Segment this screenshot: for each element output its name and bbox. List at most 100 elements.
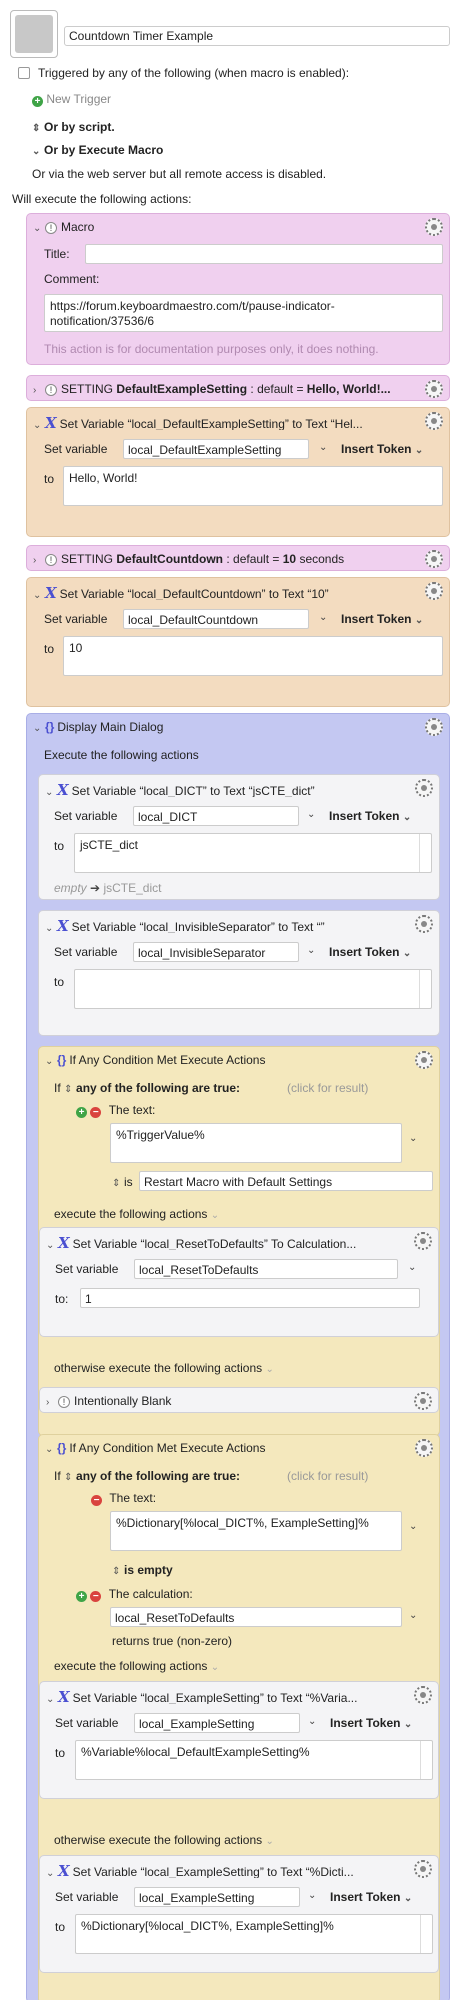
scrollbar[interactable] xyxy=(419,834,431,872)
trigger-enabled-checkbox[interactable] xyxy=(18,67,30,79)
gear-icon[interactable] xyxy=(425,412,443,430)
remove-condition-icon[interactable]: − xyxy=(90,1591,102,1602)
gear-icon[interactable] xyxy=(414,1686,432,1704)
set-var-default-example-action[interactable]: ⌄ X Set Variable “local_DefaultExampleSett… xyxy=(26,407,450,537)
insert-token-menu[interactable]: Insert Token ⌄ xyxy=(341,612,427,626)
scrollbar[interactable] xyxy=(419,970,431,1008)
condition-menu-chevron-icon[interactable]: ⌄ xyxy=(409,1133,417,1144)
new-trigger-button[interactable]: + New Trigger xyxy=(32,92,111,107)
text-field[interactable]: 10 xyxy=(63,636,443,676)
title-field[interactable] xyxy=(85,244,443,264)
macro-name-field[interactable]: Countdown Timer Example xyxy=(64,26,450,46)
set-var-dict-action[interactable]: ⌄ X Set Variable “local_DICT” to Text “jsC… xyxy=(38,774,440,900)
variable-name-field[interactable]: local_ExampleSetting xyxy=(134,1713,300,1733)
gear-icon[interactable] xyxy=(425,582,443,600)
blank-header[interactable]: ›! Intentionally Blank xyxy=(46,1394,408,1410)
is-value-field[interactable]: Restart Macro with Default Settings xyxy=(139,1171,433,1191)
gsv2-header[interactable]: ⌄ X Set Variable “local_InvisibleSeparator… xyxy=(45,917,409,933)
click-for-result[interactable]: (click for result) xyxy=(287,1469,368,1483)
insert-token-menu[interactable]: Insert Token ⌄ xyxy=(329,945,415,959)
gear-icon[interactable] xyxy=(415,915,433,933)
remove-condition-icon[interactable]: − xyxy=(91,1495,102,1506)
setvar1-header[interactable]: ⌄ X Set Variable “local_DefaultExampleSett… xyxy=(33,414,419,430)
setting-default-countdown-action[interactable]: ›! SETTING DefaultCountdown : default = 1… xyxy=(26,545,450,571)
set-var-example-from-default-action[interactable]: ⌄ X Set Variable “local_ExampleSetting” to… xyxy=(39,1681,439,1799)
variable-name-field[interactable]: local_ExampleSetting xyxy=(134,1887,300,1907)
if1-header[interactable]: ⌄{} If Any Condition Met Execute Actions xyxy=(45,1053,409,1069)
any-of-label[interactable]: any of the following are true: xyxy=(76,1469,240,1483)
text-field[interactable]: %Variable%local_DefaultExampleSetting% xyxy=(75,1740,433,1780)
insert-token-menu[interactable]: Insert Token ⌄ xyxy=(330,1890,416,1904)
gear-icon[interactable] xyxy=(415,779,433,797)
gear-icon[interactable] xyxy=(414,1232,432,1250)
by-execute-disclosure[interactable]: ⌄ Or by Execute Macro xyxy=(32,143,163,157)
set-var-example-from-dict-action[interactable]: ⌄ X Set Variable “local_ExampleSetting” to… xyxy=(39,1855,439,1973)
gsv1-header[interactable]: ⌄ X Set Variable “local_DICT” to Text “jsC… xyxy=(45,781,409,797)
set-var-invisible-separator-action[interactable]: ⌄ X Set Variable “local_InvisibleSeparator… xyxy=(38,910,440,1036)
gear-icon[interactable] xyxy=(425,550,443,568)
gear-icon[interactable] xyxy=(425,380,443,398)
variable-name-field[interactable]: local_DefaultExampleSetting xyxy=(123,439,309,459)
click-for-result[interactable]: (click for result) xyxy=(287,1081,368,1095)
if-reset-or-empty-action[interactable]: ⌄{} If Any Condition Met Execute Actions … xyxy=(38,1434,440,2000)
gear-icon[interactable] xyxy=(415,1051,433,1069)
text-field[interactable] xyxy=(74,969,432,1009)
calculation-field[interactable]: local_ResetToDefaults xyxy=(110,1607,402,1627)
setting-default-example-action[interactable]: ›! SETTING DefaultExampleSetting : defaul… xyxy=(26,375,450,401)
remove-condition-icon[interactable]: − xyxy=(90,1107,102,1118)
comment-action-header[interactable]: ⌄! Macro xyxy=(33,220,419,236)
variable-menu-chevron-icon[interactable]: ⌄ xyxy=(408,1262,416,1273)
variable-name-field[interactable]: local_ResetToDefaults xyxy=(134,1259,398,1279)
text-field[interactable]: jsCTE_dict xyxy=(74,833,432,873)
if-trigger-value-action[interactable]: ⌄{} If Any Condition Met Execute Actions … xyxy=(38,1046,440,1436)
gear-icon[interactable] xyxy=(414,1860,432,1878)
updown-chevron-icon[interactable]: ⇕ xyxy=(112,1178,124,1189)
variable-menu-chevron-icon[interactable]: ⌄ xyxy=(319,442,327,453)
gear-icon[interactable] xyxy=(425,718,443,736)
variable-menu-chevron-icon[interactable]: ⌄ xyxy=(308,1716,316,1727)
any-of-label[interactable]: any of the following are true: xyxy=(76,1081,240,1095)
text-field[interactable]: Hello, World! xyxy=(63,466,443,506)
set-var-reset-calc-action[interactable]: ⌄ X Set Variable “local_ResetToDefaults” T… xyxy=(39,1227,439,1337)
calculation-field[interactable]: 1 xyxy=(80,1288,420,1308)
insert-token-menu[interactable]: Insert Token ⌄ xyxy=(329,809,415,823)
comment-field[interactable]: https://forum.keyboardmaestro.com/t/paus… xyxy=(44,294,443,332)
if2-header[interactable]: ⌄{} If Any Condition Met Execute Actions xyxy=(45,1441,409,1457)
updown-chevron-icon[interactable]: ⇕ xyxy=(64,1084,76,1095)
is-empty-row[interactable]: ⇕ is empty xyxy=(112,1563,173,1577)
set-var-default-countdown-action[interactable]: ⌄ X Set Variable “local_DefaultCountdown” … xyxy=(26,577,450,707)
gear-icon[interactable] xyxy=(425,218,443,236)
variable-name-field[interactable]: local_InvisibleSeparator xyxy=(133,942,299,962)
variable-menu-chevron-icon[interactable]: ⌄ xyxy=(319,612,327,623)
condition-menu-chevron-icon[interactable]: ⌄ xyxy=(409,1610,417,1621)
by-script-disclosure[interactable]: ⇕ Or by script. xyxy=(32,120,115,134)
condition-menu-chevron-icon[interactable]: ⌄ xyxy=(409,1521,417,1532)
scrollbar[interactable] xyxy=(420,1915,432,1953)
updown-chevron-icon[interactable]: ⇕ xyxy=(64,1472,76,1483)
variable-name-field[interactable]: local_DefaultCountdown xyxy=(123,609,309,629)
variable-name-field[interactable]: local_DICT xyxy=(133,806,299,826)
setvar2-header[interactable]: ⌄ X Set Variable “local_DefaultCountdown” … xyxy=(33,584,419,600)
gear-icon[interactable] xyxy=(415,1439,433,1457)
if2sv2-header[interactable]: ⌄ X Set Variable “local_ExampleSetting” to… xyxy=(46,1862,408,1878)
macro-icon-well[interactable] xyxy=(10,10,58,58)
insert-token-menu[interactable]: Insert Token ⌄ xyxy=(330,1716,416,1730)
add-condition-icon[interactable]: + xyxy=(76,1107,87,1118)
setting2-header[interactable]: ›! SETTING DefaultCountdown : default = 1… xyxy=(33,552,419,568)
scrollbar[interactable] xyxy=(420,1741,432,1779)
if2sv1-header[interactable]: ⌄ X Set Variable “local_ExampleSetting” to… xyxy=(46,1688,408,1704)
comment-action[interactable]: ⌄! Macro Title: Comment: https://forum.ke… xyxy=(26,213,450,365)
variable-menu-chevron-icon[interactable]: ⌄ xyxy=(307,945,315,956)
insert-token-menu[interactable]: Insert Token ⌄ xyxy=(341,442,427,456)
text-field[interactable]: %Dictionary[%local_DICT%, ExampleSetting… xyxy=(75,1914,433,1954)
condition1-text-field[interactable]: %Dictionary[%local_DICT%, ExampleSetting… xyxy=(110,1511,402,1551)
setting1-header[interactable]: ›! SETTING DefaultExampleSetting : defaul… xyxy=(33,382,419,398)
gear-icon[interactable] xyxy=(414,1392,432,1410)
add-condition-icon[interactable]: + xyxy=(76,1591,87,1602)
display-main-dialog-group[interactable]: ⌄{} Display Main Dialog Execute the follo… xyxy=(26,713,450,2000)
group-header[interactable]: ⌄{} Display Main Dialog xyxy=(33,720,419,736)
calc-header[interactable]: ⌄ X Set Variable “local_ResetToDefaults” T… xyxy=(46,1234,408,1250)
intentionally-blank-action[interactable]: ›! Intentionally Blank xyxy=(39,1387,439,1413)
condition-text-field[interactable]: %TriggerValue% xyxy=(110,1123,402,1163)
variable-menu-chevron-icon[interactable]: ⌄ xyxy=(307,809,315,820)
